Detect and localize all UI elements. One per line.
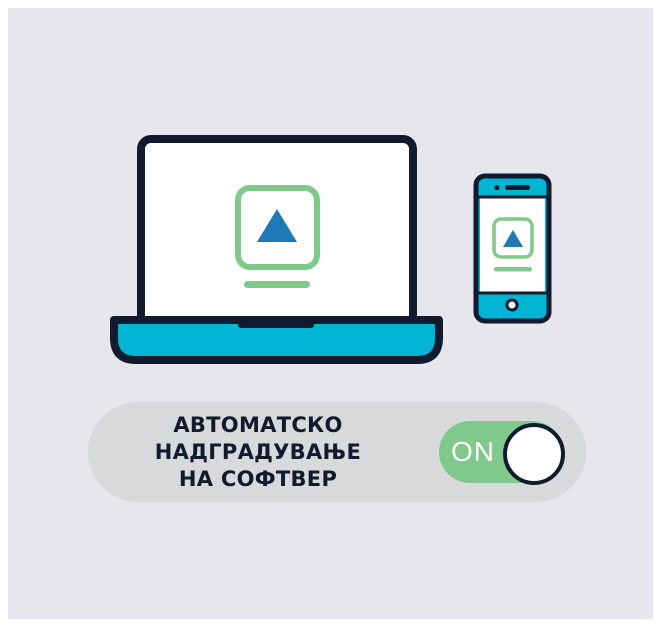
label-line-1: АВТОМАТСКО [173, 413, 343, 437]
phone-camera [494, 184, 500, 191]
label-line-3: НА СОФТВЕР [178, 467, 338, 491]
toggle-knob[interactable] [503, 423, 565, 485]
smartphone-icon [473, 173, 552, 324]
phone-home-button [505, 298, 519, 312]
laptop-icon [110, 135, 443, 364]
label-line-2: НАДГРАДУВАЊЕ [154, 440, 362, 464]
laptop-notch [238, 320, 314, 328]
devices-illustration [110, 135, 552, 364]
auto-update-toggle-switch[interactable]: ON [439, 421, 565, 485]
toggle-state-text: ON [451, 436, 495, 467]
auto-update-label: АВТОМАТСКО НАДГРАДУВАЊЕ НА СОФТВЕР [117, 412, 399, 492]
phone-progress-bar [494, 267, 532, 272]
phone-speaker [505, 185, 530, 190]
laptop-progress-bar [244, 281, 310, 288]
